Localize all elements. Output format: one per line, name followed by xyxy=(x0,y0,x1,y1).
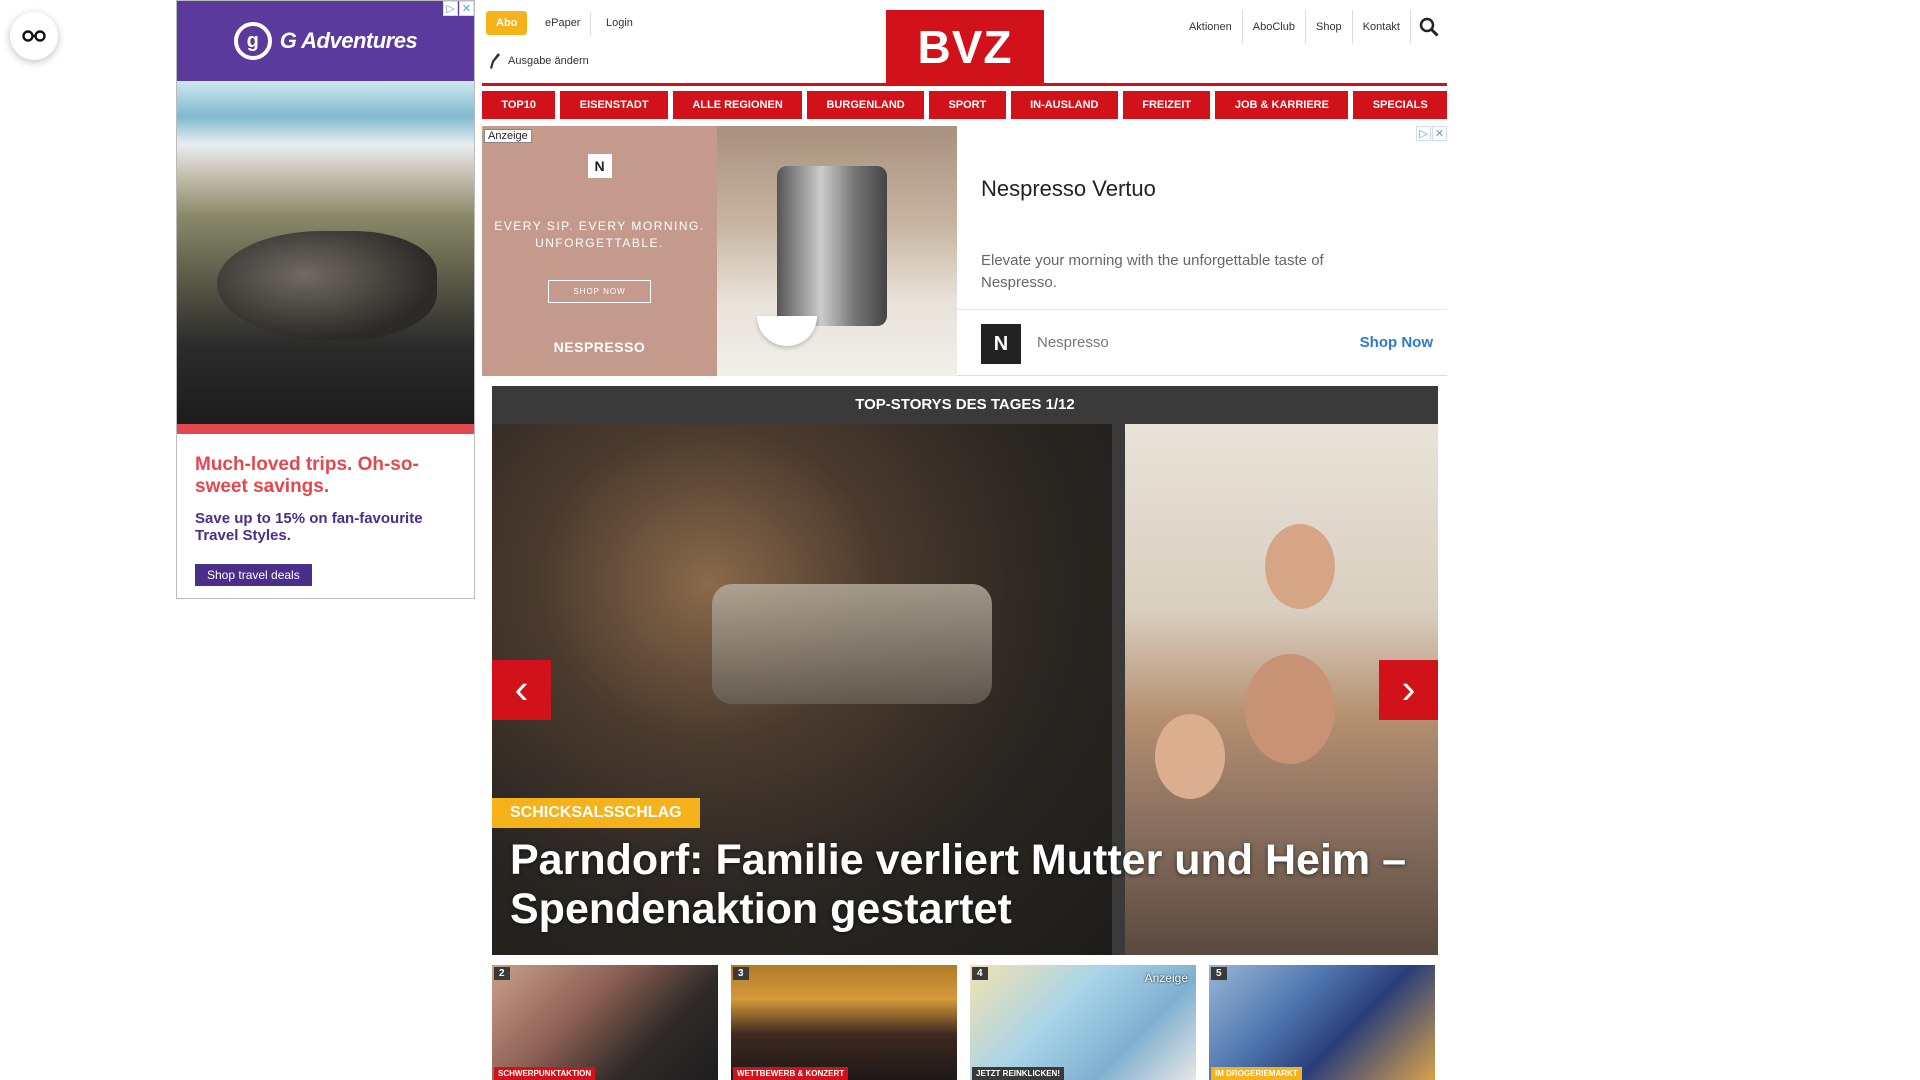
nav-aboclub[interactable]: AboClub xyxy=(1243,10,1306,44)
prev-slide-button[interactable]: ‹ xyxy=(492,660,551,720)
epaper-link[interactable]: ePaper xyxy=(545,17,580,29)
ad-footer: N Nespresso Shop Now xyxy=(957,309,1447,376)
banner-shop-button[interactable]: SHOP NOW xyxy=(548,280,651,303)
banner-copy-text: EVERY SIP. EVERY MORNING. UNFORGETTABLE. xyxy=(494,219,705,250)
divider xyxy=(590,12,591,36)
story-thumbnails: 2 SCHWERPUNKTAKTION 3 WETTBEWERB & KONZE… xyxy=(492,965,1438,1080)
iguana-shape xyxy=(217,231,437,341)
person-shape xyxy=(1245,654,1335,764)
site-header: Abo ePaper Login Ausgabe ändern BVZ Akti… xyxy=(482,0,1447,86)
nav-kontakt[interactable]: Kontakt xyxy=(1353,10,1411,44)
ad-subline: Save up to 15% on fan-favourite Travel S… xyxy=(195,510,423,544)
banner-brand: NESPRESSO xyxy=(553,339,646,355)
adchoices[interactable]: ▷ ✕ xyxy=(443,1,474,16)
ad-title[interactable]: Nespresso Vertuo xyxy=(981,176,1156,202)
cat-sport[interactable]: SPORT xyxy=(929,91,1006,119)
accessibility-glasses-icon xyxy=(22,30,46,42)
ad-description: Elevate your morning with the unforgetta… xyxy=(981,252,1324,291)
g-adventures-logo: g xyxy=(233,22,272,60)
top-stories-heading: TOP-STORYS DES TAGES 1/12 xyxy=(492,386,1438,424)
ausgabe-aendern-link[interactable]: Ausgabe ändern xyxy=(490,53,589,69)
nav-shop[interactable]: Shop xyxy=(1306,10,1353,44)
ad-headline: Much-loved trips. Oh-so-sweet savings. xyxy=(195,454,419,497)
advertiser-logo: N xyxy=(981,324,1021,364)
thumbnail-label: IM DROGERIEMARKT xyxy=(1211,1067,1302,1080)
thumbnail-story[interactable]: 4 Anzeige JETZT REINKLICKEN! xyxy=(970,965,1196,1080)
cat-alle-regionen[interactable]: ALLE REGIONEN xyxy=(672,91,803,119)
side-ad-g-adventures[interactable]: ▷ ✕ g G Adventures Much-loved trips. Oh-… xyxy=(176,0,475,599)
nespresso-banner-copy[interactable]: N EVERY SIP. EVERY MORNING. UNFORGETTABL… xyxy=(482,126,717,376)
map-pin-icon xyxy=(490,53,500,69)
nespresso-ad[interactable]: Anzeige ▷ ✕ N EVERY SIP. EVERY MORNING. … xyxy=(482,126,1447,376)
story-tag: SCHICKSALSSCHLAG xyxy=(492,798,700,828)
cat-in-ausland[interactable]: IN-AUSLAND xyxy=(1010,91,1118,119)
story-headline[interactable]: Parndorf: Familie verliert Mutter und He… xyxy=(510,836,1430,934)
thumbnail-story[interactable]: 5 IM DROGERIEMARKT xyxy=(1209,965,1435,1080)
anzeige-label: Anzeige xyxy=(484,129,532,143)
ad-copy: Much-loved trips. Oh-so-sweet savings. S… xyxy=(177,434,474,598)
ad-close-icon[interactable]: ✕ xyxy=(459,1,474,16)
thumbnail-story[interactable]: 3 WETTBEWERB & KONZERT xyxy=(731,965,957,1080)
nespresso-machine-image[interactable] xyxy=(717,126,957,376)
category-nav: TOP10 EISENSTADT ALLE REGIONEN BURGENLAN… xyxy=(482,91,1448,119)
thumbnail-label: JETZT REINKLICKEN! xyxy=(972,1067,1064,1080)
thumbnail-number: 2 xyxy=(494,967,510,980)
ad-cta-button[interactable]: Shop travel deals xyxy=(195,564,312,586)
ad-brand-name: G Adventures xyxy=(279,28,418,53)
advertiser-name: Nespresso xyxy=(1037,334,1109,351)
ad-divider xyxy=(177,424,474,434)
person-shape xyxy=(1155,714,1225,799)
accessibility-button[interactable] xyxy=(10,12,58,60)
thumbnail-number: 5 xyxy=(1211,967,1227,980)
cat-eisenstadt[interactable]: EISENSTADT xyxy=(560,91,668,119)
cat-burgenland[interactable]: BURGENLAND xyxy=(807,91,925,119)
login-link[interactable]: Login xyxy=(606,17,633,29)
nav-aktionen[interactable]: Aktionen xyxy=(1179,10,1243,44)
shop-now-link[interactable]: Shop Now xyxy=(1360,334,1433,351)
nespresso-mark: N xyxy=(587,154,612,178)
header-right-nav: Aktionen AboClub Shop Kontakt xyxy=(1179,10,1447,44)
ausgabe-label: Ausgabe ändern xyxy=(508,55,589,67)
thumbnail-story[interactable]: 2 SCHWERPUNKTAKTION xyxy=(492,965,718,1080)
nespresso-ad-text: Nespresso Vertuo Elevate your morning wi… xyxy=(957,126,1447,376)
thumbnail-anzeige: Anzeige xyxy=(1144,971,1188,985)
thumbnail-number: 3 xyxy=(733,967,749,980)
search-icon xyxy=(1419,17,1439,37)
abo-button[interactable]: Abo xyxy=(486,11,528,35)
thumbnail-label: WETTBEWERB & KONZERT xyxy=(733,1067,849,1080)
person-shape xyxy=(1265,524,1335,609)
ad-image-iguana xyxy=(177,81,474,434)
thumbnail-label: SCHWERPUNKTAKTION xyxy=(494,1067,596,1080)
search-button[interactable] xyxy=(1411,10,1447,44)
top-stories-slider: TOP-STORYS DES TAGES 1/12 ‹ › SCHICKSALS… xyxy=(492,386,1438,955)
burnt-sofa-shape xyxy=(712,584,992,704)
cat-freizeit[interactable]: FREIZEIT xyxy=(1122,91,1211,119)
cat-specials[interactable]: SPECIALS xyxy=(1353,91,1448,119)
story-slide[interactable]: ‹ › SCHICKSALSSCHLAG Parndorf: Familie v… xyxy=(492,424,1438,955)
coffee-cup-shape xyxy=(757,316,817,346)
coffee-machine-shape xyxy=(777,166,887,326)
adchoices-icon[interactable]: ▷ xyxy=(443,1,458,16)
bvz-logo[interactable]: BVZ xyxy=(886,10,1044,83)
thumbnail-number: 4 xyxy=(972,967,988,980)
next-slide-button[interactable]: › xyxy=(1379,660,1438,720)
header-red-line xyxy=(482,83,1447,86)
cat-job-karriere[interactable]: JOB & KARRIERE xyxy=(1215,91,1349,119)
ad-brand-header: g G Adventures xyxy=(177,1,474,81)
cat-top10[interactable]: TOP10 xyxy=(482,91,556,119)
